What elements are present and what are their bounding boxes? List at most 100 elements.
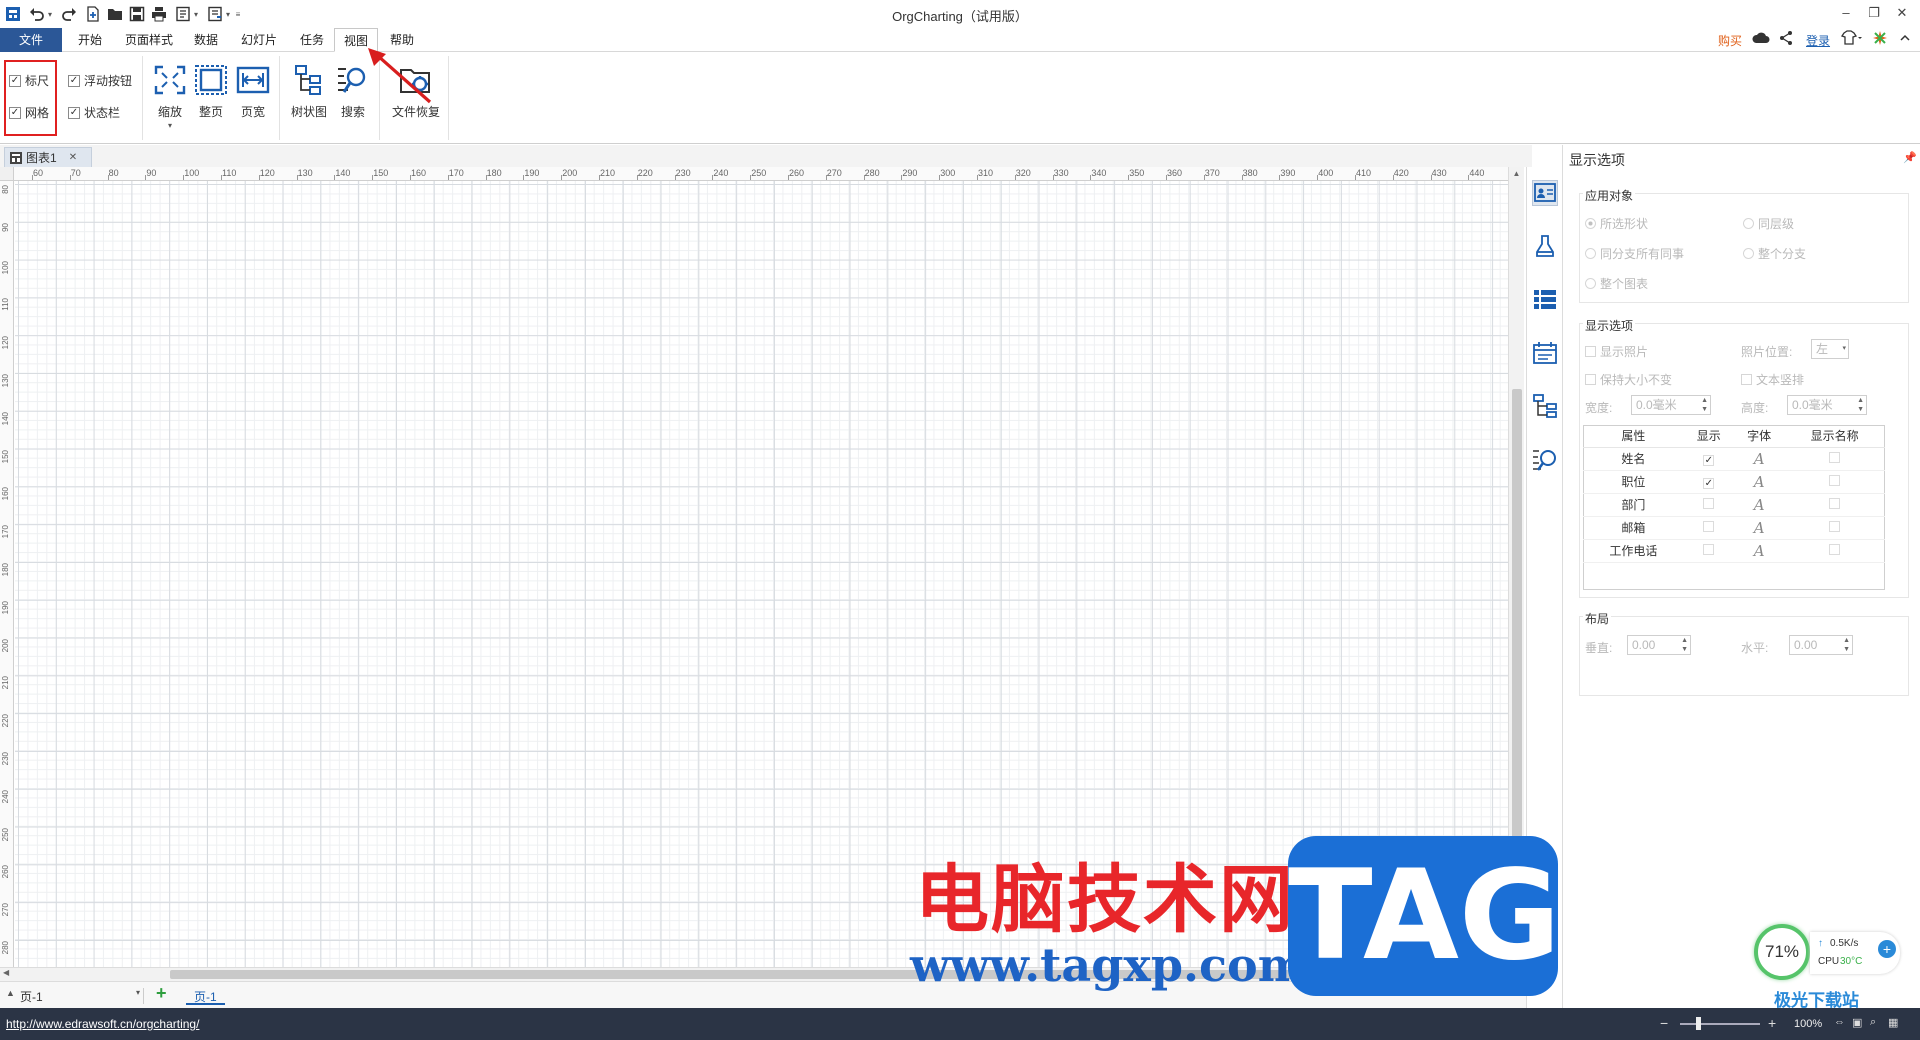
show-photo-checkbox[interactable]: 显示照片 bbox=[1585, 343, 1648, 360]
add-page-icon[interactable]: + bbox=[156, 983, 167, 1004]
font-icon[interactable]: A bbox=[1754, 473, 1765, 491]
height-stepper[interactable]: 0.0毫米 ▲ ▼ bbox=[1787, 395, 1867, 415]
tree-view-button[interactable]: 树状图 bbox=[287, 64, 331, 120]
page-selector-dropdown-icon[interactable]: ▾ bbox=[136, 988, 140, 997]
ruler-tick bbox=[447, 175, 449, 180]
zoom-out-icon[interactable]: − bbox=[1660, 1015, 1668, 1031]
photo-position-dropdown-icon[interactable]: ▾ bbox=[1842, 344, 1846, 353]
tab-home[interactable]: 开始 bbox=[68, 28, 112, 52]
ruler-tick bbox=[750, 175, 752, 180]
ruler-checkbox[interactable]: ✓ 标尺 bbox=[9, 72, 49, 89]
login-link[interactable]: 登录 bbox=[1806, 32, 1830, 49]
show-checkbox[interactable] bbox=[1703, 520, 1715, 532]
ruler-tick-label: 270 bbox=[1, 903, 10, 917]
show-checkbox[interactable]: ✓ bbox=[1703, 477, 1715, 489]
apps-icon[interactable] bbox=[1872, 30, 1888, 49]
horizontal-spacing-stepper[interactable]: 0.00 ▲ ▼ bbox=[1789, 635, 1853, 655]
tab-slides[interactable]: 幻灯片 bbox=[232, 28, 286, 52]
scroll-up-icon[interactable]: ▲ bbox=[1511, 169, 1522, 181]
show-checkbox[interactable] bbox=[1703, 543, 1715, 555]
show-checkbox[interactable]: ✓ bbox=[1703, 454, 1715, 466]
radio-whole-branch-label: 整个分支 bbox=[1758, 247, 1807, 261]
floating-button-checkbox[interactable]: ✓ 浮动按钮 bbox=[68, 72, 132, 89]
show-name-checkbox[interactable] bbox=[1829, 474, 1841, 486]
radio-whole-chart[interactable]: 整个图表 bbox=[1585, 275, 1648, 292]
font-icon[interactable]: A bbox=[1754, 542, 1765, 560]
zoom-button[interactable]: 缩放 ▾ bbox=[148, 64, 192, 130]
page-list-up-icon[interactable]: ▲ bbox=[6, 988, 15, 998]
grid-checkbox[interactable]: ✓ 网格 bbox=[9, 104, 49, 121]
tab-data[interactable]: 数据 bbox=[186, 28, 226, 52]
property-name: 职位 bbox=[1583, 470, 1684, 494]
tree-structure-icon[interactable] bbox=[1532, 393, 1558, 419]
performance-widget[interactable]: 71% ↑ 0.5K/s CPU 30°C + bbox=[1754, 924, 1900, 988]
skin-icon[interactable] bbox=[1840, 30, 1862, 49]
floating-button-checkbox-box[interactable]: ✓ bbox=[68, 74, 80, 87]
vertical-spacing-value: 0.00 bbox=[1632, 638, 1656, 652]
zoom-slider-handle[interactable] bbox=[1696, 1017, 1701, 1030]
data-list-icon[interactable] bbox=[1532, 287, 1558, 313]
statusbar-checkbox[interactable]: ✓ 状态栏 bbox=[68, 104, 120, 121]
vertical-spacing-arrows-icon[interactable]: ▲ ▼ bbox=[1681, 636, 1688, 654]
keep-size-checkbox[interactable]: 保持大小不变 bbox=[1585, 371, 1672, 388]
show-name-checkbox[interactable] bbox=[1829, 451, 1841, 463]
ruler-tick-label: 90 bbox=[146, 168, 157, 178]
restore-button[interactable]: ❐ bbox=[1860, 2, 1888, 24]
tab-page-style[interactable]: 页面样式 bbox=[118, 28, 180, 52]
website-link[interactable]: http://www.edrawsoft.cn/orgcharting/ bbox=[6, 1017, 199, 1031]
pin-panel-icon[interactable]: 📌 bbox=[1903, 151, 1917, 164]
height-stepper-arrows-icon[interactable]: ▲ ▼ bbox=[1857, 396, 1864, 414]
radio-branch-colleagues[interactable]: 同分支所有同事 bbox=[1585, 245, 1684, 262]
ruler-checkbox-box[interactable]: ✓ bbox=[9, 74, 21, 87]
page-width-button[interactable]: 页宽 bbox=[231, 64, 275, 120]
page-tab[interactable]: 页-1 bbox=[186, 985, 225, 1005]
close-tab-icon[interactable]: ✕ bbox=[69, 152, 77, 163]
display-options-icon[interactable] bbox=[1532, 180, 1558, 206]
show-name-checkbox[interactable] bbox=[1829, 497, 1841, 509]
grid-checkbox-label: 网格 bbox=[25, 106, 50, 120]
grid-checkbox-box[interactable]: ✓ bbox=[9, 106, 21, 119]
ruler-tick-label: 310 bbox=[978, 168, 994, 178]
radio-same-level[interactable]: 同层级 bbox=[1743, 215, 1794, 232]
tab-tasks[interactable]: 任务 bbox=[292, 28, 332, 52]
zoom-search-status-icon[interactable]: ⌕ bbox=[1870, 1016, 1876, 1029]
boost-plus-icon[interactable]: + bbox=[1878, 940, 1896, 958]
find-icon[interactable] bbox=[1532, 447, 1558, 473]
fit-page-status-icon[interactable]: ▣ bbox=[1852, 1016, 1862, 1029]
fit-page-button[interactable]: 整页 bbox=[189, 64, 233, 120]
style-brush-icon[interactable] bbox=[1532, 233, 1558, 259]
cloud-icon[interactable] bbox=[1752, 30, 1770, 49]
font-icon[interactable]: A bbox=[1754, 450, 1765, 468]
vertical-spacing-stepper[interactable]: 0.00 ▲ ▼ bbox=[1627, 635, 1691, 655]
horizontal-spacing-arrows-icon[interactable]: ▲ ▼ bbox=[1843, 636, 1850, 654]
document-tab[interactable]: 图表1 ✕ bbox=[4, 147, 92, 167]
collapse-ribbon-icon[interactable] bbox=[1898, 30, 1912, 49]
zoom-in-icon[interactable]: + bbox=[1768, 1015, 1776, 1031]
font-icon[interactable]: A bbox=[1754, 496, 1765, 514]
show-checkbox[interactable] bbox=[1703, 497, 1715, 509]
page-selector[interactable]: 页-1 ▾ bbox=[20, 988, 144, 1004]
fit-width-status-icon[interactable]: ⇔ bbox=[1834, 1016, 1845, 1028]
ruler-tick-label: 180 bbox=[1, 563, 10, 577]
width-stepper[interactable]: 0.0毫米 ▲ ▼ bbox=[1631, 395, 1711, 415]
vertical-text-checkbox[interactable]: 文本竖排 bbox=[1741, 371, 1804, 388]
show-name-checkbox[interactable] bbox=[1829, 543, 1841, 555]
minimize-button[interactable]: – bbox=[1832, 2, 1860, 24]
show-name-checkbox[interactable] bbox=[1829, 520, 1841, 532]
zoom-dropdown-icon[interactable]: ▾ bbox=[148, 122, 192, 130]
display-group-title: 显示选项 bbox=[1583, 317, 1636, 334]
tab-file[interactable]: 文件 bbox=[0, 28, 62, 52]
radio-selected-shape[interactable]: 所选形状 bbox=[1585, 215, 1648, 232]
grid-status-icon[interactable]: ▦ bbox=[1888, 1016, 1898, 1029]
slides-icon[interactable] bbox=[1532, 340, 1558, 366]
font-icon[interactable]: A bbox=[1754, 519, 1765, 537]
share-icon[interactable] bbox=[1778, 30, 1794, 49]
radio-whole-branch[interactable]: 整个分支 bbox=[1743, 245, 1806, 262]
scroll-left-icon[interactable]: ◀ bbox=[3, 968, 13, 980]
photo-position-select[interactable]: 左 ▾ bbox=[1811, 339, 1849, 359]
statusbar-checkbox-box[interactable]: ✓ bbox=[68, 106, 80, 119]
buy-link[interactable]: 购买 bbox=[1718, 32, 1742, 49]
width-stepper-arrows-icon[interactable]: ▲ ▼ bbox=[1701, 396, 1708, 414]
close-window-button[interactable]: ✕ bbox=[1888, 2, 1916, 24]
zoom-slider[interactable] bbox=[1680, 1023, 1760, 1025]
